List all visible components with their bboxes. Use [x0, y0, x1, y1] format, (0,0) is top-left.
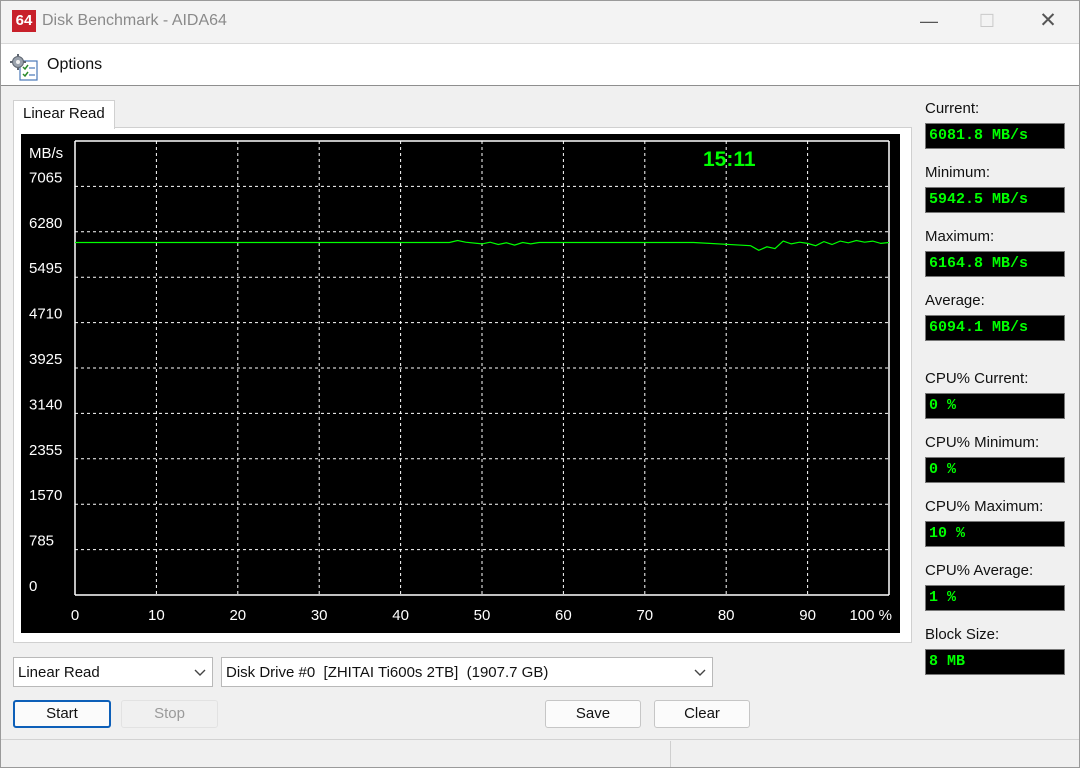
current-label: Current:: [925, 100, 980, 117]
cpu-maximum-label: CPU% Maximum:: [925, 498, 1044, 515]
y-tick-label: 785: [29, 533, 54, 550]
x-tick-label: 100 %: [849, 607, 892, 624]
block-size-value: 8 MB: [925, 649, 1065, 675]
y-tick-label: 5495: [29, 260, 62, 277]
cpu-average-label: CPU% Average:: [925, 562, 1034, 579]
y-tick-label: 2355: [29, 442, 62, 459]
menu-bar: Options: [1, 43, 1079, 86]
title-bar[interactable]: 64 Disk Benchmark - AIDA64 — ☐ ✕: [1, 1, 1079, 43]
stop-button[interactable]: Stop: [121, 700, 218, 728]
x-tick-label: 90: [799, 607, 816, 624]
cpu-current-value: 0 %: [925, 393, 1065, 419]
cpu-current-label: CPU% Current:: [925, 370, 1029, 387]
save-button[interactable]: Save: [545, 700, 641, 728]
cpu-average-value: 1 %: [925, 585, 1065, 611]
drive-select[interactable]: Disk Drive #0 [ZHITAI Ti600s 2TB] (1907.…: [221, 657, 713, 687]
benchmark-graph: 7065 6280 5495 4710 3925 3140 2355 1570 785 0 0 10…: [21, 134, 900, 633]
y-tick-label: 6280: [29, 215, 62, 232]
block-size-label: Block Size:: [925, 626, 1000, 643]
elapsed-time: 15:11: [703, 148, 756, 171]
tab-linear-read[interactable]: Linear Read: [13, 100, 115, 129]
close-button[interactable]: ✕: [1018, 1, 1078, 43]
minimize-button[interactable]: —: [899, 1, 959, 43]
y-axis-label: MB/s: [29, 145, 63, 162]
test-type-value: Linear Read: [18, 664, 100, 681]
disk-benchmark-window: 64 Disk Benchmark - AIDA64 — ☐ ✕ Options…: [0, 0, 1080, 768]
test-type-select[interactable]: Linear Read: [13, 657, 213, 687]
x-tick-label: 60: [555, 607, 572, 624]
x-tick-label: 40: [392, 607, 409, 624]
window-title: Disk Benchmark - AIDA64: [42, 12, 227, 29]
options-gear-icon[interactable]: [9, 52, 41, 82]
cpu-maximum-value: 10 %: [925, 521, 1065, 547]
cpu-minimum-label: CPU% Minimum:: [925, 434, 1040, 451]
minimum-label: Minimum:: [925, 164, 991, 181]
options-menu[interactable]: Options: [47, 56, 102, 74]
average-label: Average:: [925, 292, 985, 309]
y-tick-label: 7065: [29, 169, 62, 186]
tab-label: Linear Read: [23, 105, 105, 122]
x-tick-label: 70: [636, 607, 653, 624]
average-value: 6094.1 MB/s: [925, 315, 1065, 341]
x-tick-label: 50: [474, 607, 491, 624]
maximum-label: Maximum:: [925, 228, 995, 245]
x-tick-label: 10: [148, 607, 165, 624]
y-tick-label: 3140: [29, 396, 62, 413]
status-bar: [1, 739, 1079, 768]
status-bar-divider: [670, 741, 671, 767]
cpu-minimum-value: 0 %: [925, 457, 1065, 483]
chevron-down-icon: [694, 669, 706, 676]
maximum-value: 6164.8 MB/s: [925, 251, 1065, 277]
y-tick-label: 4710: [29, 306, 62, 323]
x-tick-label: 0: [71, 607, 79, 624]
clear-button[interactable]: Clear: [654, 700, 750, 728]
maximize-button[interactable]: ☐: [957, 1, 1017, 43]
y-tick-label: 0: [29, 578, 37, 595]
x-tick-label: 30: [311, 607, 328, 624]
y-tick-label: 3925: [29, 351, 62, 368]
x-tick-label: 80: [718, 607, 735, 624]
minimum-value: 5942.5 MB/s: [925, 187, 1065, 213]
graph-canvas: 7065 6280 5495 4710 3925 3140 2355 1570 785 0 0 10…: [29, 140, 892, 624]
y-tick-label: 1570: [29, 487, 62, 504]
aida64-app-icon: 64: [12, 10, 36, 32]
start-button[interactable]: Start: [13, 700, 111, 728]
drive-value: Disk Drive #0 [ZHITAI Ti600s 2TB] (1907.…: [226, 664, 549, 681]
chevron-down-icon: [194, 669, 206, 676]
x-tick-label: 20: [229, 607, 246, 624]
current-value: 6081.8 MB/s: [925, 123, 1065, 149]
